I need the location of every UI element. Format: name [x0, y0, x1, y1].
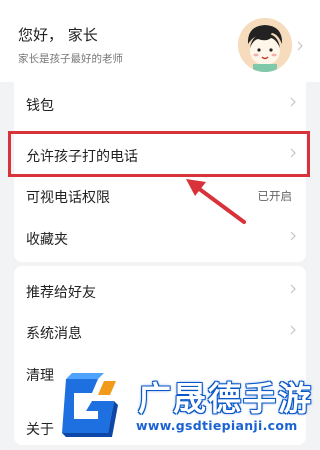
watermark-title: 广晟德手游	[138, 379, 313, 418]
pointer-arrow-icon	[182, 176, 248, 230]
highlight-box	[8, 131, 310, 177]
menu-item-video-call-permission[interactable]: 可视电话权限 已开启	[14, 174, 306, 218]
chevron-right-icon	[297, 36, 303, 55]
menu-item-label: 可视电话权限	[26, 190, 110, 206]
status-text: 已开启	[257, 189, 293, 203]
menu-item-recommend-friends[interactable]: 推荐给好友	[14, 269, 306, 313]
menu-item-label: 推荐给好友	[26, 285, 96, 301]
menu-item-label: 钱包	[26, 98, 54, 114]
watermark-logo-icon	[62, 373, 118, 437]
menu-item-label: 关于	[26, 422, 54, 438]
avatar[interactable]	[238, 18, 292, 72]
chevron-right-icon	[290, 231, 296, 241]
menu-item-label: 收藏夹	[26, 232, 68, 248]
menu-item-wallet[interactable]: 钱包	[14, 82, 306, 126]
watermark: 广晟德手游 www.gsdtiepianji.com	[56, 368, 320, 445]
chevron-right-icon	[290, 97, 296, 107]
menu-item-favorites[interactable]: 收藏夹	[14, 216, 306, 260]
menu-item-label: 系统消息	[26, 326, 82, 342]
watermark-url: www.gsdtiepianji.com	[136, 418, 298, 433]
cartoon-child-avatar	[238, 18, 292, 72]
menu-item-label: 清理	[26, 368, 54, 384]
chevron-right-icon	[290, 325, 296, 335]
menu-item-system-messages[interactable]: 系统消息	[14, 310, 306, 354]
greeting-text: 您好， 家长	[18, 26, 98, 44]
greeting-subtitle: 家长是孩子最好的老师	[18, 53, 123, 65]
profile-header[interactable]: 您好， 家长 家长是孩子最好的老师	[0, 0, 320, 82]
chevron-right-icon	[290, 284, 296, 294]
